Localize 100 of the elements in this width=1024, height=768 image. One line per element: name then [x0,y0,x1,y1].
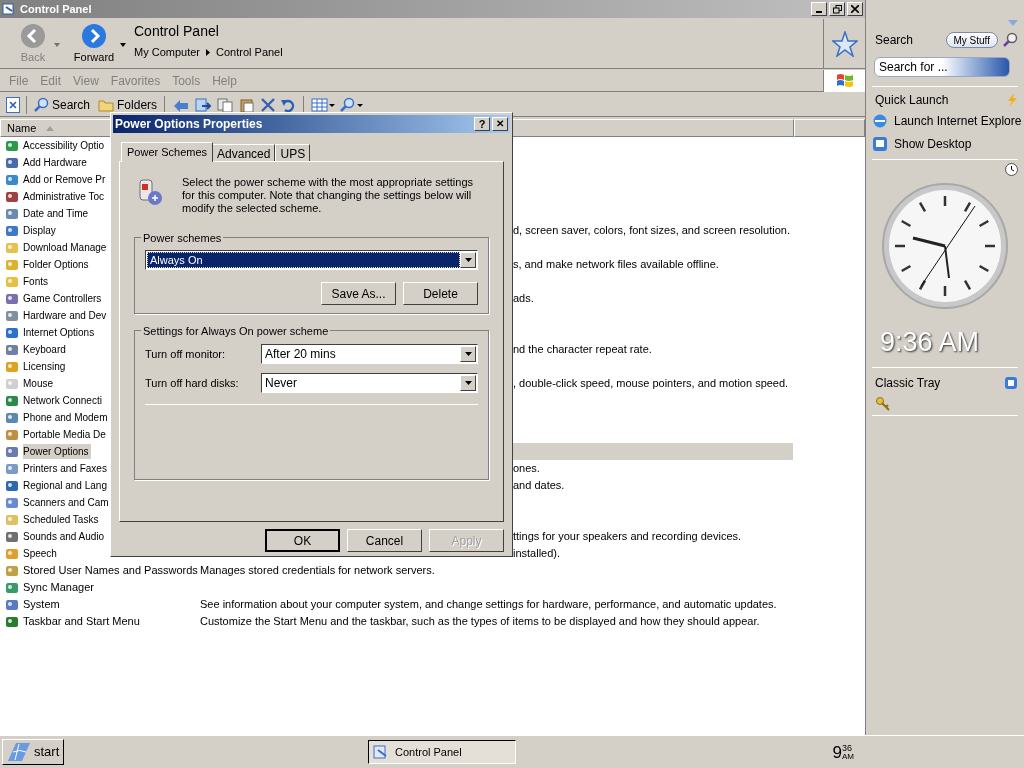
list-item[interactable]: Accessibility Optio [23,138,105,153]
dialog-button[interactable]: Cancel [347,529,422,552]
list-item[interactable]: Scheduled Tasks [23,512,99,527]
intro-text: Select the power scheme with the most appropriate settings for this computer. Note that changing the settings below will modify the selected scheme. [182,176,475,215]
move-to-icon[interactable] [194,96,213,113]
panel-title: Classic Tray [875,374,941,392]
item-description: Manages stored credentials for network servers. [200,563,435,579]
star-icon[interactable] [831,30,858,57]
tab[interactable]: UPS [275,144,311,161]
search-title: Search [875,32,914,49]
setting-dropdown[interactable]: Never [261,373,478,393]
item-description: Customize the Start Menu and the taskbar, such as the types of items to be displayed and how they should appear. [200,614,760,630]
windows-flag-icon [6,741,32,763]
breadcrumb-link[interactable]: My Computer [134,44,201,61]
list-item[interactable]: Licensing [23,359,66,374]
window-title: Control Panel [20,1,92,17]
windows-flag-icon [835,71,854,90]
setting-label: Turn off monitor: [145,346,227,362]
close-pane-icon[interactable] [6,96,20,113]
restore-button[interactable] [829,2,845,16]
dropdown-caret-icon [54,43,60,47]
list-item[interactable]: Printers and Faxes [23,461,107,476]
breadcrumb-arrow-icon [206,48,211,56]
desktop-icon [872,135,888,152]
restore-icon [832,4,842,14]
list-item[interactable]: Fonts [23,274,48,289]
minimize-button[interactable] [811,2,827,16]
dropdown-arrow-icon [464,381,472,385]
dropdown-arrow-icon [464,258,472,262]
list-item[interactable]: Regional and Lang [23,478,107,493]
tab[interactable]: Power Schemes [121,142,214,162]
keys-icon[interactable] [875,395,891,412]
item-description: s, and make network files available offline. [513,257,719,273]
list-item[interactable]: Stored User Names and Passwords [23,562,198,579]
location-title: Control Panel [134,22,220,41]
list-item[interactable]: System [23,596,60,613]
search-dropdown-icon[interactable] [339,96,364,113]
item-description: nd the character repeat rate. [513,342,652,358]
window-icon [2,2,16,16]
breadcrumb-link[interactable]: Control Panel [216,44,283,61]
views-icon[interactable] [311,96,336,113]
list-item[interactable]: Display [23,223,56,238]
folder-icon [98,97,115,112]
tab[interactable]: Advanced [212,144,276,161]
list-item[interactable]: Add or Remove Pr [23,172,106,187]
setting-label: Turn off hard disks: [145,375,240,391]
paste-icon[interactable] [238,96,257,113]
item-description: ttings for your speakers and recording devices. [513,529,742,545]
list-item[interactable]: Mouse [23,376,53,391]
dialog-button[interactable]: Delete [403,282,478,305]
setting-dropdown[interactable]: After 20 mins [261,344,478,364]
list-item[interactable]: Taskbar and Start Menu [23,613,140,630]
dialog-title-bar: Power Options Properties ? ✕ [113,115,510,133]
clock-icon[interactable] [1005,163,1018,176]
list-item[interactable]: Keyboard [23,342,66,357]
close-button[interactable] [847,2,863,16]
item-description: ads. [513,291,534,307]
list-item[interactable]: Phone and Modem [23,410,108,425]
minimize-icon [816,11,822,13]
list-item[interactable]: Speech [23,546,57,561]
list-item[interactable]: Folder Options [23,257,89,272]
list-item[interactable]: Add Hardware [23,155,87,170]
list-item[interactable]: Sounds and Audio [23,529,105,544]
list-item[interactable]: Hardware and Dev [23,308,107,323]
quick-launch-item[interactable]: Show Desktop [872,132,1018,155]
start-button[interactable]: start [2,739,64,765]
forward-button[interactable]: Forward [70,23,118,66]
scheme-dropdown[interactable]: Always On [145,250,478,270]
list-item[interactable]: Scanners and Cam [23,495,109,510]
tray-icon[interactable] [1004,375,1018,390]
column-header[interactable] [794,119,865,137]
dialog-button[interactable]: OK [265,529,340,552]
list-item[interactable]: Power Options [23,444,91,459]
item-description: , double-click speed, mouse pointers, and motion speed. [513,376,789,392]
item-description: d, screen saver, colors, font sizes, and screen resolution. [513,223,790,239]
delete-icon[interactable] [260,96,277,113]
list-item[interactable]: Internet Options [23,325,95,340]
close-icon [851,5,859,13]
list-item[interactable]: Network Connecti [23,393,102,408]
list-item[interactable]: Game Controllers [23,291,102,306]
sort-arrow-icon [46,125,55,131]
digital-clock: 9:36 AM [880,326,980,359]
item-description: ones. [513,461,540,477]
dialog-button[interactable]: Save As... [321,282,396,305]
search-field[interactable]: Search for ... [874,57,1010,77]
control-panel-icon [373,744,389,760]
list-item[interactable]: Portable Media De [23,427,106,442]
my-stuff-button[interactable]: My Stuff [945,32,998,48]
list-item[interactable]: Date and Time [23,206,89,221]
list-item[interactable]: Sync Manager [23,579,94,596]
search-icon[interactable] [1002,32,1018,48]
list-item[interactable]: Administrative Toc [23,189,104,204]
close-button[interactable]: ✕ [492,117,508,131]
search-button[interactable]: Search [33,95,91,114]
help-button[interactable]: ? [474,117,490,131]
item-description: installed). [513,546,561,562]
list-item[interactable]: Download Manage [23,240,107,255]
folders-button[interactable]: Folders [98,95,158,114]
taskbar-button[interactable]: Control Panel [368,740,516,764]
lightning-icon [1006,93,1018,107]
